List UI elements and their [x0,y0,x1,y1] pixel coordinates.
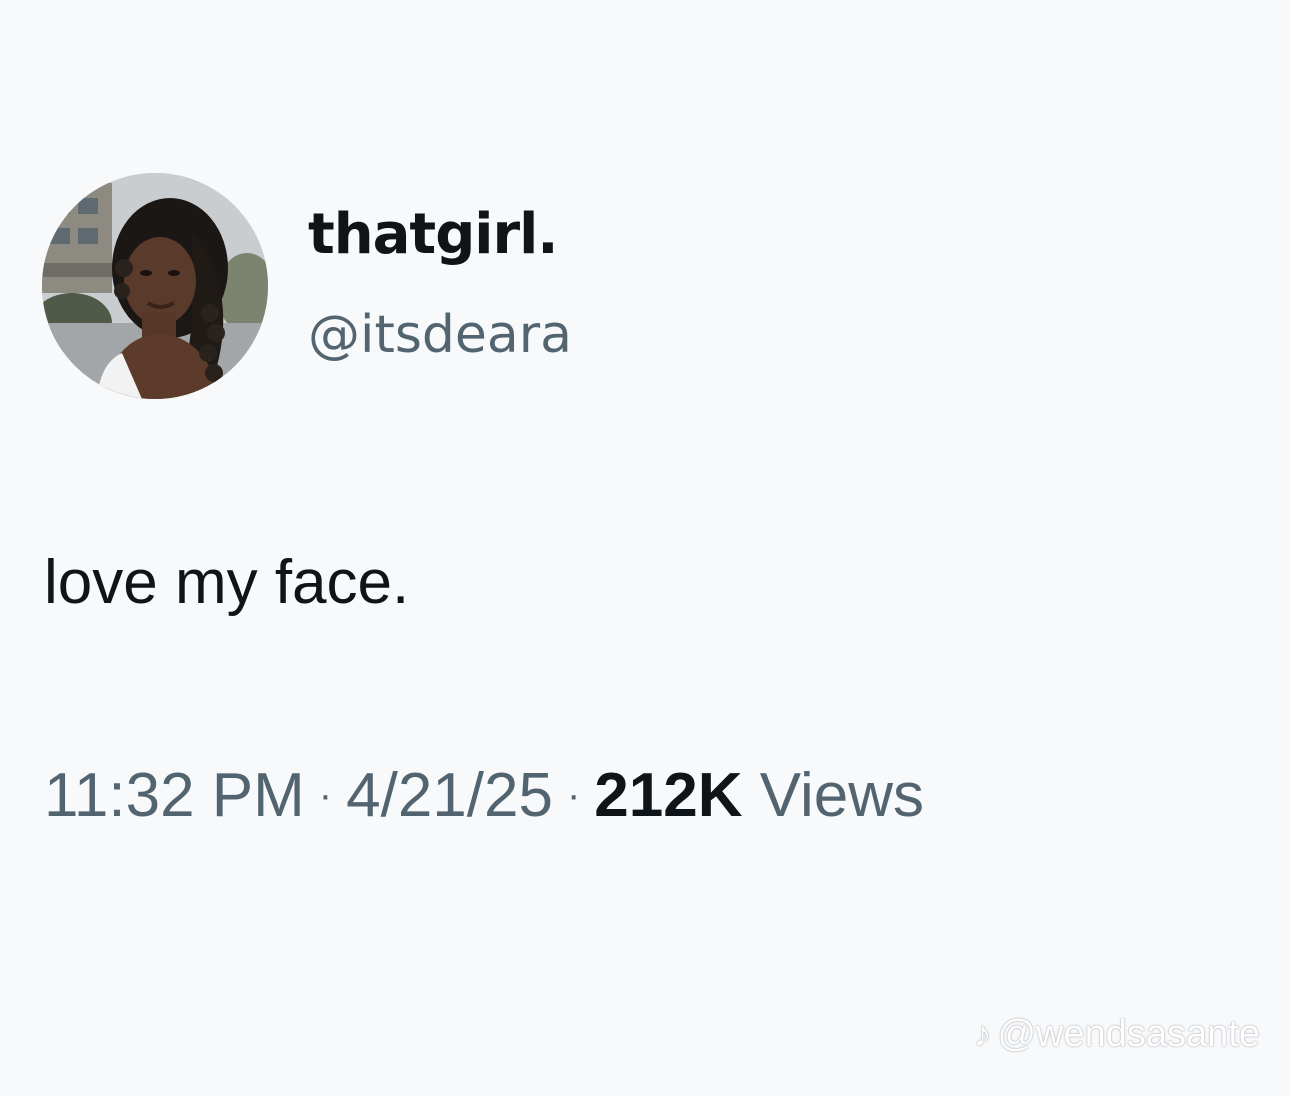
meta-separator: · [318,773,333,817]
avatar[interactable] [42,173,268,399]
tweet-text: love my face. [44,548,410,617]
tweet-meta: 11:32 PM · 4/21/25 · 212K Views [44,758,924,841]
views-label: Views [759,761,925,830]
views-count: 212K [594,761,743,830]
tiktok-icon: ♪ [973,1013,992,1054]
display-name[interactable]: thatgirl. [308,200,559,270]
profile-photo [42,173,268,399]
tweet-card: thatgirl. @itsdeara love my face. 11:32 … [0,0,1290,1096]
watermark: ♪ @wendsasante [973,1012,1260,1056]
meta-separator: · [566,773,581,817]
user-handle[interactable]: @itsdeara [308,302,572,368]
watermark-text: @wendsasante [997,1013,1260,1055]
tweet-date[interactable]: 4/21/25 [346,761,553,830]
tweet-time[interactable]: 11:32 PM [44,761,305,830]
